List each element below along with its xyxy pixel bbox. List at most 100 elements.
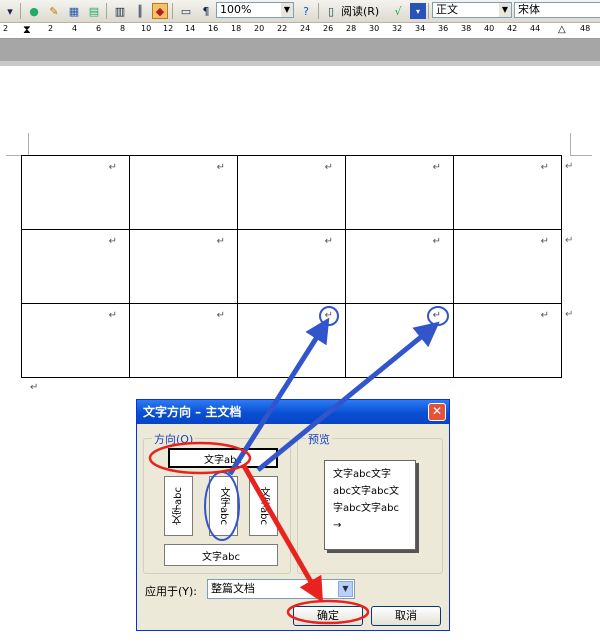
style-combo[interactable]: 正文 ▼: [432, 2, 512, 18]
table-cell[interactable]: ↵: [129, 229, 238, 304]
direction-option-vertical-right[interactable]: 文字abc: [249, 476, 278, 536]
standard-toolbar: ▾ ● ✎ ▦ ▤ ▥ ║ ◆ ▭ ¶ 100% ▼ ? ▯ 阅读(R) √ ▾…: [0, 0, 600, 23]
chevron-down-icon[interactable]: ▼: [281, 3, 293, 17]
more-buttons-icon[interactable]: ▾: [410, 3, 426, 19]
close-icon[interactable]: ✕: [428, 403, 446, 421]
tables-borders-icon[interactable]: ▦: [66, 3, 82, 19]
dialog-titlebar[interactable]: 文字方向 – 主文档: [137, 400, 449, 424]
cancel-button[interactable]: 取消: [371, 606, 441, 626]
table-row: ↵ ↵ ↵ ↵ ↵: [21, 229, 562, 304]
ruler-number: 12: [163, 24, 174, 33]
cell-mark-icon: ↵: [432, 236, 441, 247]
direction-option-horizontal-flipped[interactable]: 文字abc: [164, 544, 278, 566]
style-value: 正文: [436, 3, 458, 16]
ok-button[interactable]: 确定: [293, 606, 363, 626]
toolbar-dropdown-icon[interactable]: ▾: [2, 3, 18, 19]
row-end-mark-icon: ↵: [565, 161, 574, 172]
table-row: ↵ ↵ ↵ ↵ ↵: [21, 155, 562, 230]
table-cell[interactable]: ↵: [453, 155, 562, 230]
preview-line: 文字abc文字: [333, 469, 391, 480]
table-cell[interactable]: ↵: [345, 229, 454, 304]
dialog-title: 文字方向 – 主文档: [143, 405, 242, 419]
indent-marker-icon[interactable]: ⧗: [23, 23, 31, 37]
equation-icon[interactable]: √: [390, 3, 406, 19]
toolbar-separator: [428, 3, 429, 19]
table-cell[interactable]: ↵: [237, 155, 346, 230]
option-text: 文字abc: [218, 487, 229, 525]
ruler-number: 30: [369, 24, 380, 33]
ruler-background: [0, 39, 600, 61]
preview-line: abc文字abc文: [333, 486, 399, 497]
table-cell[interactable]: ↵: [453, 303, 562, 378]
direction-option-vertical-left[interactable]: 文字abc: [164, 476, 193, 536]
cell-mark-icon: ↵: [324, 310, 333, 321]
columns-icon[interactable]: ▥: [112, 3, 128, 19]
show-hide-icon[interactable]: ▭: [178, 3, 194, 19]
read-mode-icon[interactable]: ▯: [323, 3, 339, 19]
ruler-number: 40: [484, 24, 495, 33]
font-combo[interactable]: 宋体: [514, 2, 600, 18]
cell-mark-icon: ↵: [432, 162, 441, 173]
preview-line: 字abc文字abc: [333, 503, 399, 514]
ruler-number: 20: [254, 24, 265, 33]
cell-mark-icon: ↵: [216, 236, 225, 247]
table-cell[interactable]: ↵: [345, 303, 454, 378]
cell-mark-icon: ↵: [324, 236, 333, 247]
research-icon[interactable]: ●: [26, 3, 42, 19]
table-cell[interactable]: ↵: [237, 229, 346, 304]
zoom-value: 100%: [220, 3, 252, 16]
ruler-number: 42: [507, 24, 518, 33]
ruler-shadow: [0, 61, 600, 66]
cell-mark-icon: ↵: [540, 310, 549, 321]
preview-line: →: [333, 520, 342, 531]
chevron-down-icon[interactable]: ▼: [499, 3, 511, 17]
table-cell[interactable]: ↵: [237, 303, 346, 378]
zoom-combo[interactable]: 100% ▼: [216, 2, 294, 18]
horizontal-ruler[interactable]: 2 ⧗ 2 4 6 8 10 12 14 16 18 20 22 24 26 2…: [0, 23, 600, 39]
ruler-number: 34: [415, 24, 426, 33]
ruler-number: 36: [438, 24, 449, 33]
table-cell[interactable]: ↵: [21, 303, 130, 378]
ruler-number: 48: [580, 24, 591, 33]
chevron-down-icon[interactable]: ▼: [338, 581, 353, 597]
ruler-number: 8: [120, 24, 126, 33]
table-row: ↵ ↵ ↵ ↵ ↵: [21, 303, 562, 378]
paragraph-marks-icon[interactable]: ¶: [198, 3, 214, 19]
cell-mark-icon: ↵: [108, 162, 117, 173]
ruler-number: 24: [300, 24, 311, 33]
option-text: 文字abc: [258, 487, 269, 525]
toolbar-separator: [106, 3, 107, 19]
table-cell[interactable]: ↵: [345, 155, 454, 230]
table-cell[interactable]: ↵: [21, 155, 130, 230]
ruler-number: 2: [3, 24, 9, 33]
toolbar-separator: [20, 3, 21, 19]
ruler-number: 14: [185, 24, 196, 33]
read-label: 阅读: [341, 5, 363, 18]
right-indent-marker-icon[interactable]: △: [558, 24, 566, 35]
table-cell[interactable]: ↵: [21, 229, 130, 304]
document-table[interactable]: ↵ ↵ ↵ ↵ ↵ ↵ ↵ ↵ ↵ ↵ ↵ ↵ ↵ ↵ ↵: [21, 155, 562, 378]
cell-mark-icon: ↵: [540, 162, 549, 173]
table-cell[interactable]: ↵: [453, 229, 562, 304]
option-text: 文字abc: [173, 487, 184, 525]
ruler-number: 26: [323, 24, 334, 33]
table-cell[interactable]: ↵: [129, 155, 238, 230]
document-map-icon[interactable]: ◆: [152, 3, 168, 19]
apply-to-select[interactable]: 整篇文档 ▼: [207, 579, 355, 599]
cell-mark-icon: ↵: [216, 162, 225, 173]
read-button[interactable]: 阅读(R): [341, 3, 379, 19]
insert-excel-icon[interactable]: ▤: [86, 3, 102, 19]
direction-option-vertical-middle[interactable]: 文字abc: [209, 476, 238, 536]
font-value: 宋体: [518, 3, 540, 16]
text-direction-dialog: 文字方向 – 主文档 ✕ 方向(O) 预览 文字abc 文字abc 文字abc …: [136, 399, 450, 631]
help-icon[interactable]: ?: [298, 3, 314, 19]
toolbar-separator: [318, 3, 319, 19]
read-shortcut: (R): [363, 5, 380, 18]
ruler-number: 18: [231, 24, 242, 33]
margin-corner: [570, 155, 592, 156]
insert-hyperlink-icon[interactable]: ✎: [46, 3, 62, 19]
ruler-number: 22: [277, 24, 288, 33]
drawing-icon[interactable]: ║: [132, 3, 148, 19]
table-cell[interactable]: ↵: [129, 303, 238, 378]
direction-option-horizontal[interactable]: 文字abc: [168, 448, 278, 468]
